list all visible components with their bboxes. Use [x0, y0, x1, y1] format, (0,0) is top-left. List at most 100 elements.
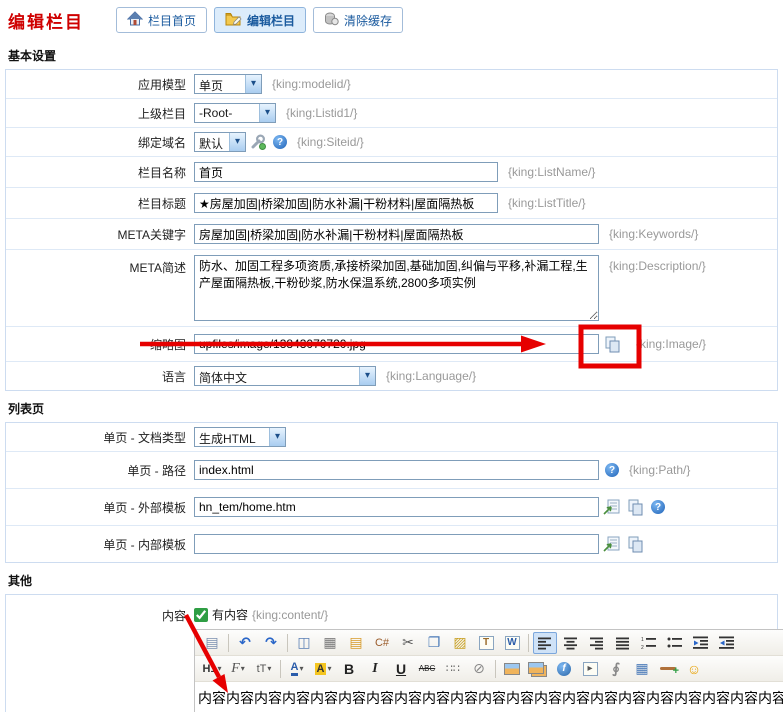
align-left-icon[interactable]	[533, 632, 557, 654]
thumbnail-label: 缩略图	[6, 336, 194, 353]
outer-template-copy-icon[interactable]	[626, 498, 645, 517]
toolbar-separator	[495, 660, 496, 678]
source-icon[interactable]: ▤	[200, 632, 224, 654]
thumbnail-input[interactable]	[194, 334, 599, 354]
bold-icon[interactable]: B	[337, 658, 361, 680]
edit-category-page: 编辑栏目 栏目首页 编辑栏目 清除缓存 基本设置 应用模型 单页 {ki	[0, 0, 783, 712]
italic-icon[interactable]: I	[363, 658, 387, 680]
attachment-icon[interactable]: ∮	[604, 658, 628, 680]
inner-template-input[interactable]	[194, 534, 599, 554]
align-right-icon[interactable]	[585, 632, 609, 654]
copy-icon[interactable]: ❐	[422, 632, 446, 654]
table-icon[interactable]: ▦	[630, 658, 654, 680]
field-row-name: 栏目名称 {king:ListName/}	[6, 157, 777, 188]
field-row-model: 应用模型 单页 {king:modelid/}	[6, 70, 777, 99]
paste-icon[interactable]: ▨	[448, 632, 472, 654]
justify-icon[interactable]	[611, 632, 635, 654]
language-template-tag: {king:Language/}	[386, 369, 476, 383]
unordered-list-icon[interactable]	[663, 632, 687, 654]
field-row-doctype: 单页 - 文档类型 生成HTML	[6, 423, 777, 452]
parent-template-tag: {king:Listid1/}	[286, 106, 357, 120]
has-content-checkbox[interactable]	[194, 608, 208, 622]
field-row-domain: 绑定域名 默认 {king:Siteid/}	[6, 128, 777, 157]
outer-template-help-icon[interactable]	[651, 500, 665, 514]
category-home-button[interactable]: 栏目首页	[116, 7, 207, 33]
align-center-icon[interactable]	[559, 632, 583, 654]
print-icon[interactable]: ▦	[318, 632, 342, 654]
path-input[interactable]	[194, 460, 599, 480]
templates-icon[interactable]: ▤	[344, 632, 368, 654]
undo-icon[interactable]: ↶	[233, 632, 257, 654]
text-color-icon[interactable]: A▾	[285, 658, 309, 680]
video-icon[interactable]: ▸	[578, 658, 602, 680]
flash-icon[interactable]: f	[552, 658, 576, 680]
name-input[interactable]	[194, 162, 498, 182]
ordered-list-icon[interactable]: 12	[637, 632, 661, 654]
line-spacing-icon[interactable]: ∷∷	[441, 658, 465, 680]
thumbnail-browse-copy-icon[interactable]	[603, 335, 622, 354]
field-row-language: 语言 简体中文 {king:Language/}	[6, 362, 777, 390]
field-row-title: 栏目标题 {king:ListTitle/}	[6, 188, 777, 219]
clear-cache-icon	[324, 11, 339, 29]
field-row-outer-template: 单页 - 外部模板	[6, 489, 777, 526]
heading-icon[interactable]: H1▾	[200, 658, 224, 680]
editor-toolbar-row1: ▤↶↷◫▦▤C#✂❐▨TW12	[195, 630, 783, 656]
font-size-icon[interactable]: tT▾	[252, 658, 276, 680]
content-template-tag: {king:content/}	[252, 608, 328, 622]
name-template-tag: {king:ListName/}	[508, 165, 595, 179]
emoticon-icon[interactable]: ☺	[682, 658, 706, 680]
outer-template-select-icon[interactable]	[603, 498, 622, 516]
paste-word-icon[interactable]: W	[500, 632, 524, 654]
outer-template-input[interactable]	[194, 497, 599, 517]
model-template-tag: {king:modelid/}	[272, 77, 351, 91]
eraser-icon[interactable]: ⊘	[467, 658, 491, 680]
name-label: 栏目名称	[6, 164, 194, 181]
parent-select[interactable]: -Root-	[194, 103, 276, 123]
batch-image-icon[interactable]	[526, 658, 550, 680]
header: 编辑栏目 栏目首页 编辑栏目 清除缓存	[0, 0, 783, 38]
cut-icon[interactable]: ✂	[396, 632, 420, 654]
outer-template-label: 单页 - 外部模板	[6, 499, 194, 516]
image-icon[interactable]	[500, 658, 524, 680]
indent-icon[interactable]	[689, 632, 713, 654]
field-row-inner-template: 单页 - 内部模板	[6, 526, 777, 562]
horizontal-rule-icon[interactable]	[656, 658, 680, 680]
model-select[interactable]: 单页	[194, 74, 262, 94]
domain-label: 绑定域名	[6, 134, 194, 151]
list-panel: 单页 - 文档类型 生成HTML 单页 - 路径 {king:Path/} 单页…	[5, 422, 778, 563]
inner-template-copy-icon[interactable]	[626, 535, 645, 554]
title-input[interactable]	[194, 193, 498, 213]
code-icon[interactable]: C#	[370, 632, 394, 654]
page-title: 编辑栏目	[8, 8, 108, 33]
path-help-icon[interactable]	[605, 463, 619, 477]
doctype-select[interactable]: 生成HTML	[194, 427, 286, 447]
keywords-input[interactable]	[194, 224, 599, 244]
domain-select[interactable]: 默认	[194, 132, 246, 152]
content-label: 内容	[6, 605, 194, 624]
rich-text-editor: ▤↶↷◫▦▤C#✂❐▨TW12 H1▾F▾tT▾A▾A▾BIUABC∷∷⊘f▸∮…	[194, 629, 783, 712]
toolbar-separator	[287, 634, 288, 652]
keywords-label: META关键字	[6, 226, 194, 243]
domain-template-tag: {king:Siteid/}	[297, 135, 364, 149]
font-family-icon[interactable]: F▾	[226, 658, 250, 680]
domain-settings-wrench-icon[interactable]	[250, 134, 267, 150]
inner-template-select-icon[interactable]	[603, 535, 622, 553]
chevron-down-icon	[229, 133, 245, 151]
underline-icon[interactable]: U	[389, 658, 413, 680]
strikethrough-icon[interactable]: ABC	[415, 658, 439, 680]
description-textarea[interactable]: 防水、加固工程多项资质,承接桥梁加固,基础加固,纠偏与平移,补漏工程,生产屋面隔…	[194, 255, 599, 321]
bg-color-icon[interactable]: A▾	[311, 658, 335, 680]
section-list-title: 列表页	[0, 391, 783, 422]
language-select[interactable]: 简体中文	[194, 366, 376, 386]
edit-category-button[interactable]: 编辑栏目	[214, 7, 306, 33]
chevron-down-icon	[245, 75, 261, 93]
domain-help-icon[interactable]	[273, 135, 287, 149]
editor-content-area[interactable]: 内容内容内容内容内容内容内容内容内容内容内容内容内容内容内容内容内容内容内容内容…	[195, 682, 783, 712]
redo-icon[interactable]: ↷	[259, 632, 283, 654]
inner-template-label: 单页 - 内部模板	[6, 536, 194, 553]
clear-cache-button[interactable]: 清除缓存	[313, 7, 403, 33]
paste-text-icon[interactable]: T	[474, 632, 498, 654]
outdent-icon[interactable]	[715, 632, 739, 654]
field-row-content: 内容 有内容{king:content/} ▤↶↷◫▦▤C#✂❐▨TW12 H1…	[6, 595, 777, 712]
preview-icon[interactable]: ◫	[292, 632, 316, 654]
